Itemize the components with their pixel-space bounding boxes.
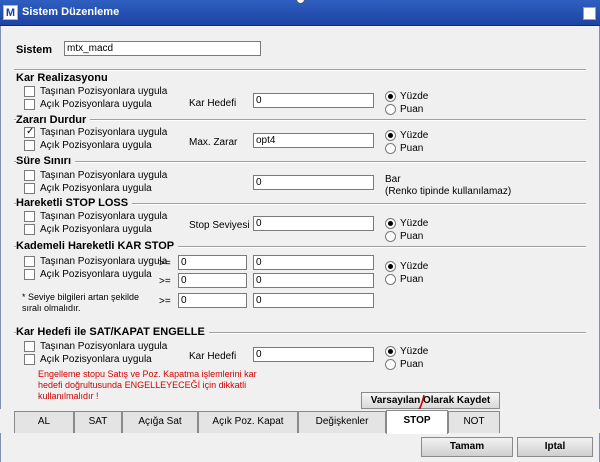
window-close-button[interactable]: [583, 7, 596, 20]
engelle-title: Kar Hedefi ile SAT/KAPAT ENGELLE: [16, 326, 209, 338]
kademe-1-value-input[interactable]: 0: [253, 255, 374, 270]
window-title: Sistem Düzenleme: [22, 6, 120, 18]
sure-siniri-tasinan-checkbox[interactable]: [24, 170, 35, 181]
kar-realizasyonu-tasinan-checkbox[interactable]: [24, 86, 35, 97]
kademeli-tasinan-checkbox[interactable]: [24, 256, 35, 267]
renko-note: (Renko tipinde kullanılamaz): [385, 186, 512, 197]
tab-sat[interactable]: SAT: [74, 411, 122, 433]
sistem-label: Sistem: [16, 44, 53, 56]
zarari-durdur-tasinan-checkbox[interactable]: [24, 126, 35, 138]
kar-realizasyonu-acik-checkbox[interactable]: [24, 99, 35, 110]
tab-stop[interactable]: STOP: [386, 410, 448, 434]
radio-label: Puan: [400, 104, 424, 115]
zarari-durdur-yuzde-radio[interactable]: [385, 130, 396, 141]
radio-label: Yüzde: [400, 261, 429, 272]
checkbox-label: Taşınan Pozisyonlara uygula: [40, 211, 168, 222]
max-zarar-label: Max. Zarar: [189, 137, 238, 148]
kademeli-title: Kademeli Hareketli KAR STOP: [16, 240, 179, 252]
kar-hedefi-input[interactable]: 0: [253, 93, 374, 108]
cancel-button[interactable]: Iptal: [517, 437, 593, 457]
app-icon: M: [3, 5, 18, 20]
kar-realizasyonu-yuzde-radio[interactable]: [385, 91, 396, 102]
sistem-input[interactable]: mtx_macd: [64, 41, 261, 56]
hareketli-stop-tasinan-checkbox[interactable]: [24, 211, 35, 222]
kademe-2-value-input[interactable]: 0: [253, 273, 374, 288]
kademe-1-threshold-input[interactable]: 0: [178, 255, 247, 270]
group-divider: [14, 161, 586, 163]
kademe-2-threshold-input[interactable]: 0: [178, 273, 247, 288]
engelle-warning-text: Engelleme stopu Satış ve Poz. Kapatma iş…: [38, 369, 257, 401]
checkbox-label: Açık Pozisyonlara uygula: [40, 224, 152, 235]
radio-label: Puan: [400, 231, 424, 242]
kademeli-puan-radio[interactable]: [385, 274, 396, 285]
sure-siniri-input[interactable]: 0: [253, 175, 374, 190]
radio-label: Puan: [400, 359, 424, 370]
hareketli-stop-puan-radio[interactable]: [385, 231, 396, 242]
kademe-note: * Seviye bilgileri artan şekilde sıralı …: [22, 292, 140, 313]
engelle-kar-hedefi-input[interactable]: 0: [253, 347, 374, 362]
ge-label: >=: [159, 296, 171, 307]
group-divider: [14, 119, 586, 121]
ok-button[interactable]: Tamam: [421, 437, 513, 457]
radio-label: Puan: [400, 274, 424, 285]
checkbox-label: Açık Pozisyonlara uygula: [40, 183, 152, 194]
stop-seviyesi-label: Stop Seviyesi: [189, 220, 250, 231]
checkbox-label: Açık Pozisyonlara uygula: [40, 354, 152, 365]
checkbox-label: Taşınan Pozisyonlara uygula: [40, 170, 168, 181]
group-divider: [14, 69, 586, 71]
stop-seviyesi-input[interactable]: 0: [253, 216, 374, 231]
max-zarar-input[interactable]: opt4: [253, 133, 374, 148]
engelle-puan-radio[interactable]: [385, 359, 396, 370]
radio-label: Yüzde: [400, 346, 429, 357]
kademeli-yuzde-radio[interactable]: [385, 261, 396, 272]
radio-label: Yüzde: [400, 91, 429, 102]
kar-realizasyonu-puan-radio[interactable]: [385, 104, 396, 115]
kar-hedefi-label: Kar Hedefi: [189, 98, 237, 109]
hareketli-stop-acik-checkbox[interactable]: [24, 224, 35, 235]
bar-unit-label: Bar: [385, 174, 401, 185]
sure-siniri-acik-checkbox[interactable]: [24, 183, 35, 194]
hareketli-stop-yuzde-radio[interactable]: [385, 218, 396, 229]
hareketli-stop-title: Hareketli STOP LOSS: [16, 197, 133, 209]
kademe-3-value-input[interactable]: 0: [253, 293, 374, 308]
tab-aciga-sat[interactable]: Açığa Sat: [122, 411, 198, 433]
checkbox-label: Taşınan Pozisyonlara uygula: [40, 256, 168, 267]
ge-label: >=: [159, 276, 171, 287]
kademeli-acik-checkbox[interactable]: [24, 269, 35, 280]
kademe-3-threshold-input[interactable]: 0: [178, 293, 247, 308]
tab-acik-poz-kapat[interactable]: Açık Poz. Kapat: [198, 411, 298, 433]
tab-not[interactable]: NOT: [448, 411, 500, 433]
kar-realizasyonu-title: Kar Realizasyonu: [16, 72, 112, 84]
radio-label: Puan: [400, 143, 424, 154]
engelle-kar-hedefi-label: Kar Hedefi: [189, 351, 237, 362]
engelle-acik-checkbox[interactable]: [24, 354, 35, 365]
sure-siniri-title: Süre Sınırı: [16, 155, 76, 167]
checkbox-label: Taşınan Pozisyonlara uygula: [40, 86, 168, 97]
checkbox-label: Açık Pozisyonlara uygula: [40, 99, 152, 110]
tab-al[interactable]: AL: [14, 411, 74, 433]
engelle-yuzde-radio[interactable]: [385, 346, 396, 357]
radio-label: Yüzde: [400, 130, 429, 141]
checkbox-label: Taşınan Pozisyonlara uygula: [40, 127, 168, 138]
engelle-tasinan-checkbox[interactable]: [24, 341, 35, 352]
zarari-durdur-puan-radio[interactable]: [385, 143, 396, 154]
zarari-durdur-title: Zararı Durdur: [16, 114, 91, 126]
checkbox-label: Taşınan Pozisyonlara uygula: [40, 341, 168, 352]
tab-degiskenler[interactable]: Değişkenler: [298, 411, 386, 433]
checkbox-label: Açık Pozisyonlara uygula: [40, 269, 152, 280]
checkbox-label: Açık Pozisyonlara uygula: [40, 140, 152, 151]
radio-label: Yüzde: [400, 218, 429, 229]
zarari-durdur-acik-checkbox[interactable]: [24, 140, 35, 151]
ge-label: >=: [159, 258, 171, 269]
